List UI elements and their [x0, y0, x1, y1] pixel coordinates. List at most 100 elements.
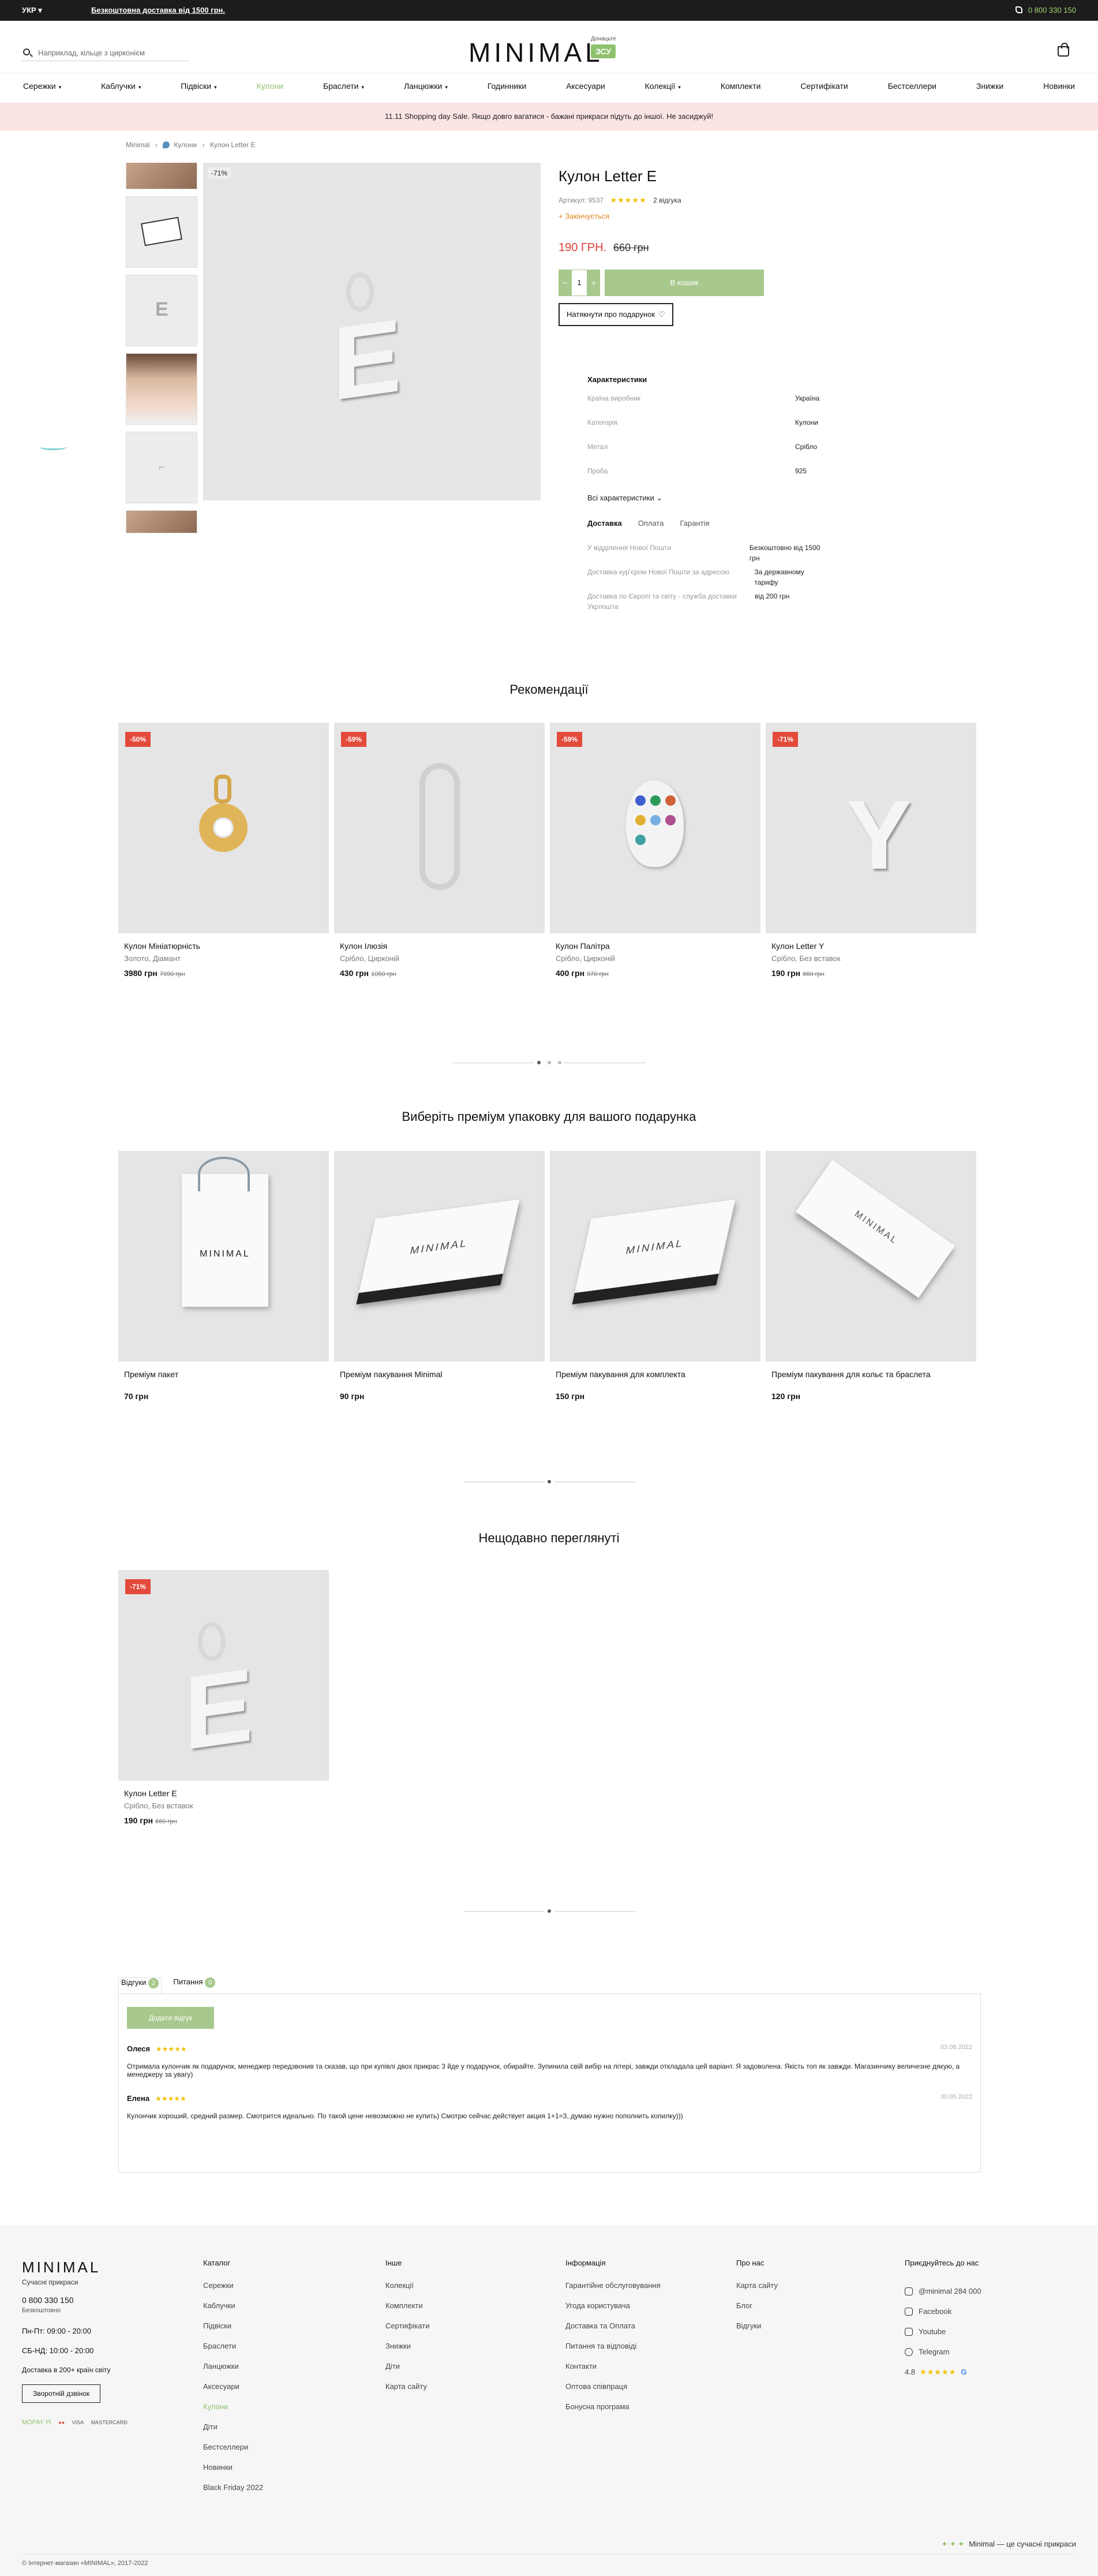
add-to-cart-button[interactable]: В кошик [605, 270, 764, 296]
packaging-card[interactable]: MINIMAL Преміум пакування для кольє та бр… [766, 1151, 976, 1401]
nav-item-5[interactable]: Ланцюжки ▾ [404, 81, 448, 91]
breadcrumb-category[interactable]: Кулони [174, 141, 197, 149]
packaging-name[interactable]: Преміум пакування для кольє та браслета [766, 1370, 976, 1379]
footer-link[interactable]: Контакти [565, 2362, 661, 2382]
qty-plus-button[interactable]: + [587, 270, 600, 296]
telegram-link[interactable]: Telegram [905, 2342, 981, 2362]
facebook-link[interactable]: Facebook [905, 2301, 981, 2321]
footer-link[interactable]: Браслети [203, 2342, 263, 2362]
product-card[interactable]: -50% Кулон Мініатюрність Золото, Діамант 39… [118, 723, 329, 978]
product-name[interactable]: Кулон Палітра [550, 941, 760, 951]
thumbnail[interactable] [126, 163, 197, 189]
thumbnail[interactable]: E [126, 275, 197, 346]
nav-item-7[interactable]: Аксесуари [566, 81, 605, 91]
nav-item-13[interactable]: Новинки [1043, 81, 1075, 91]
footer-link[interactable]: Комплекти [385, 2301, 430, 2321]
footer-link[interactable]: Бонусна програма [565, 2402, 661, 2422]
carousel-dot[interactable] [537, 1061, 541, 1065]
breadcrumb-home[interactable]: Minimal [126, 141, 149, 149]
reviews-count-link[interactable]: 2 відгука [653, 196, 681, 204]
product-image[interactable]: -50% [118, 723, 329, 933]
product-card[interactable]: E -71% Кулон Letter E Срібло, Без вставок 19… [118, 1570, 329, 1825]
search-box[interactable] [22, 44, 189, 61]
footer-link[interactable]: Питання та відповіді [565, 2342, 661, 2362]
packaging-card[interactable]: MINIMAL Преміум пакування для комплекта 15… [550, 1151, 760, 1401]
packaging-image[interactable]: MINIMAL [766, 1151, 976, 1362]
packaging-card[interactable]: MINIMAL Преміум пакет 70 грн [118, 1151, 329, 1401]
qty-minus-button[interactable]: − [559, 270, 571, 296]
product-image[interactable]: Y -71% [766, 723, 976, 933]
cart-icon[interactable] [1058, 43, 1069, 57]
footer-link[interactable]: Доставка та Оплата [565, 2321, 661, 2342]
header-phone[interactable]: 0 800 330 150 [1015, 6, 1076, 14]
chat-widget-icon[interactable] [39, 443, 67, 450]
nav-item-11[interactable]: Бестселлери [888, 81, 936, 91]
footer-link[interactable]: Сертифікати [385, 2321, 430, 2342]
sale-banner[interactable]: 11.11 Shopping day Sale. Якщо довго вага… [0, 103, 1098, 130]
tab-warranty[interactable]: Гарантія [680, 519, 709, 528]
all-specs-toggle[interactable]: Всі характеристики ⌄ [587, 493, 830, 503]
carousel-dot[interactable] [557, 1061, 561, 1065]
tab-payment[interactable]: Оплата [638, 519, 664, 528]
nav-item-10[interactable]: Сертифікати [800, 81, 848, 91]
thumbnail[interactable] [126, 196, 197, 268]
footer-link[interactable]: Аксесуари [203, 2382, 263, 2402]
product-image[interactable]: -59% [334, 723, 545, 933]
product-card[interactable]: -59% Кулон Палітра Срібло, Цирконій 400 грн… [550, 723, 760, 978]
footer-link[interactable]: Бестселлери [203, 2443, 263, 2463]
footer-link[interactable]: Сережки [203, 2281, 263, 2301]
packaging-name[interactable]: Преміум пакет [118, 1370, 329, 1379]
instagram-link[interactable]: @minimal 284 000 [905, 2281, 981, 2301]
product-image[interactable]: E -71% [118, 1570, 329, 1781]
add-review-button[interactable]: Додати відгук [127, 2007, 215, 2029]
tab-questions[interactable]: Питання 0 [171, 1977, 218, 1994]
nav-item-6[interactable]: Годинники [488, 81, 526, 91]
product-card[interactable]: -59% Кулон Ілюзія Срібло, Цирконій 430 грн 1… [334, 723, 545, 978]
footer-link[interactable]: Колекції [385, 2281, 430, 2301]
gift-hint-button[interactable]: Натякнути про подарунок ♡ [559, 303, 673, 326]
nav-item-3[interactable]: Кулони [257, 81, 284, 91]
nav-item-4[interactable]: Браслети ▾ [323, 81, 364, 91]
footer-link[interactable]: Угода користувача [565, 2301, 661, 2321]
nav-item-0[interactable]: Сережки ▾ [23, 81, 61, 91]
qty-value[interactable]: 1 [571, 270, 587, 296]
language-switcher[interactable]: УКР ▾ [22, 6, 42, 15]
footer-link[interactable]: Підвіски [203, 2321, 263, 2342]
thumbnail[interactable] [126, 510, 197, 533]
footer-logo[interactable]: MINIMAL [22, 2259, 100, 2276]
footer-link[interactable]: Новинки [203, 2463, 263, 2483]
nav-item-9[interactable]: Комплекти [721, 81, 761, 91]
packaging-card[interactable]: MINIMAL Преміум пакування Minimal 90 грн [334, 1151, 545, 1401]
footer-phone[interactable]: 0 800 330 150 [22, 2295, 74, 2305]
nav-item-8[interactable]: Колекції ▾ [645, 81, 681, 91]
packaging-image[interactable]: MINIMAL [334, 1151, 545, 1362]
search-icon[interactable] [23, 48, 30, 55]
carousel-dot[interactable] [547, 1061, 551, 1065]
footer-link[interactable]: Карта сайту [385, 2382, 430, 2402]
packaging-name[interactable]: Преміум пакування Minimal [334, 1370, 545, 1379]
product-name[interactable]: Кулон Мініатюрність [118, 941, 329, 951]
footer-link[interactable]: Гарантійне обслуговування [565, 2281, 661, 2301]
packaging-image[interactable]: MINIMAL [550, 1151, 760, 1362]
google-rating[interactable]: 4.8 ★★★★★ G [905, 2362, 981, 2382]
product-name[interactable]: Кулон Letter E [118, 1789, 329, 1798]
footer-link[interactable]: Діти [385, 2362, 430, 2382]
product-image[interactable]: -59% [550, 723, 760, 933]
nav-item-2[interactable]: Підвіски ▾ [181, 81, 216, 91]
footer-link[interactable]: Black Friday 2022 [203, 2483, 263, 2503]
free-shipping-link[interactable]: Безкоштовна доставка від 1500 грн. [91, 6, 225, 14]
footer-link[interactable]: Блог [736, 2301, 778, 2321]
nav-item-12[interactable]: Знижки [976, 81, 1003, 91]
tab-reviews[interactable]: Відгуки 2 [118, 1977, 162, 1994]
footer-link[interactable]: Кулони [203, 2402, 263, 2422]
footer-link[interactable]: Ланцюжки [203, 2362, 263, 2382]
footer-link[interactable]: Знижки [385, 2342, 430, 2362]
tab-delivery[interactable]: Доставка [587, 519, 622, 528]
thumbnail[interactable] [126, 353, 197, 425]
footer-link[interactable]: Оптова співпраця [565, 2382, 661, 2402]
carousel-dot[interactable] [547, 1480, 551, 1484]
footer-link[interactable]: Карта сайту [736, 2281, 778, 2301]
product-name[interactable]: Кулон Ілюзія [334, 941, 545, 951]
carousel-dot[interactable] [547, 1909, 551, 1913]
footer-link[interactable]: Діти [203, 2422, 263, 2443]
